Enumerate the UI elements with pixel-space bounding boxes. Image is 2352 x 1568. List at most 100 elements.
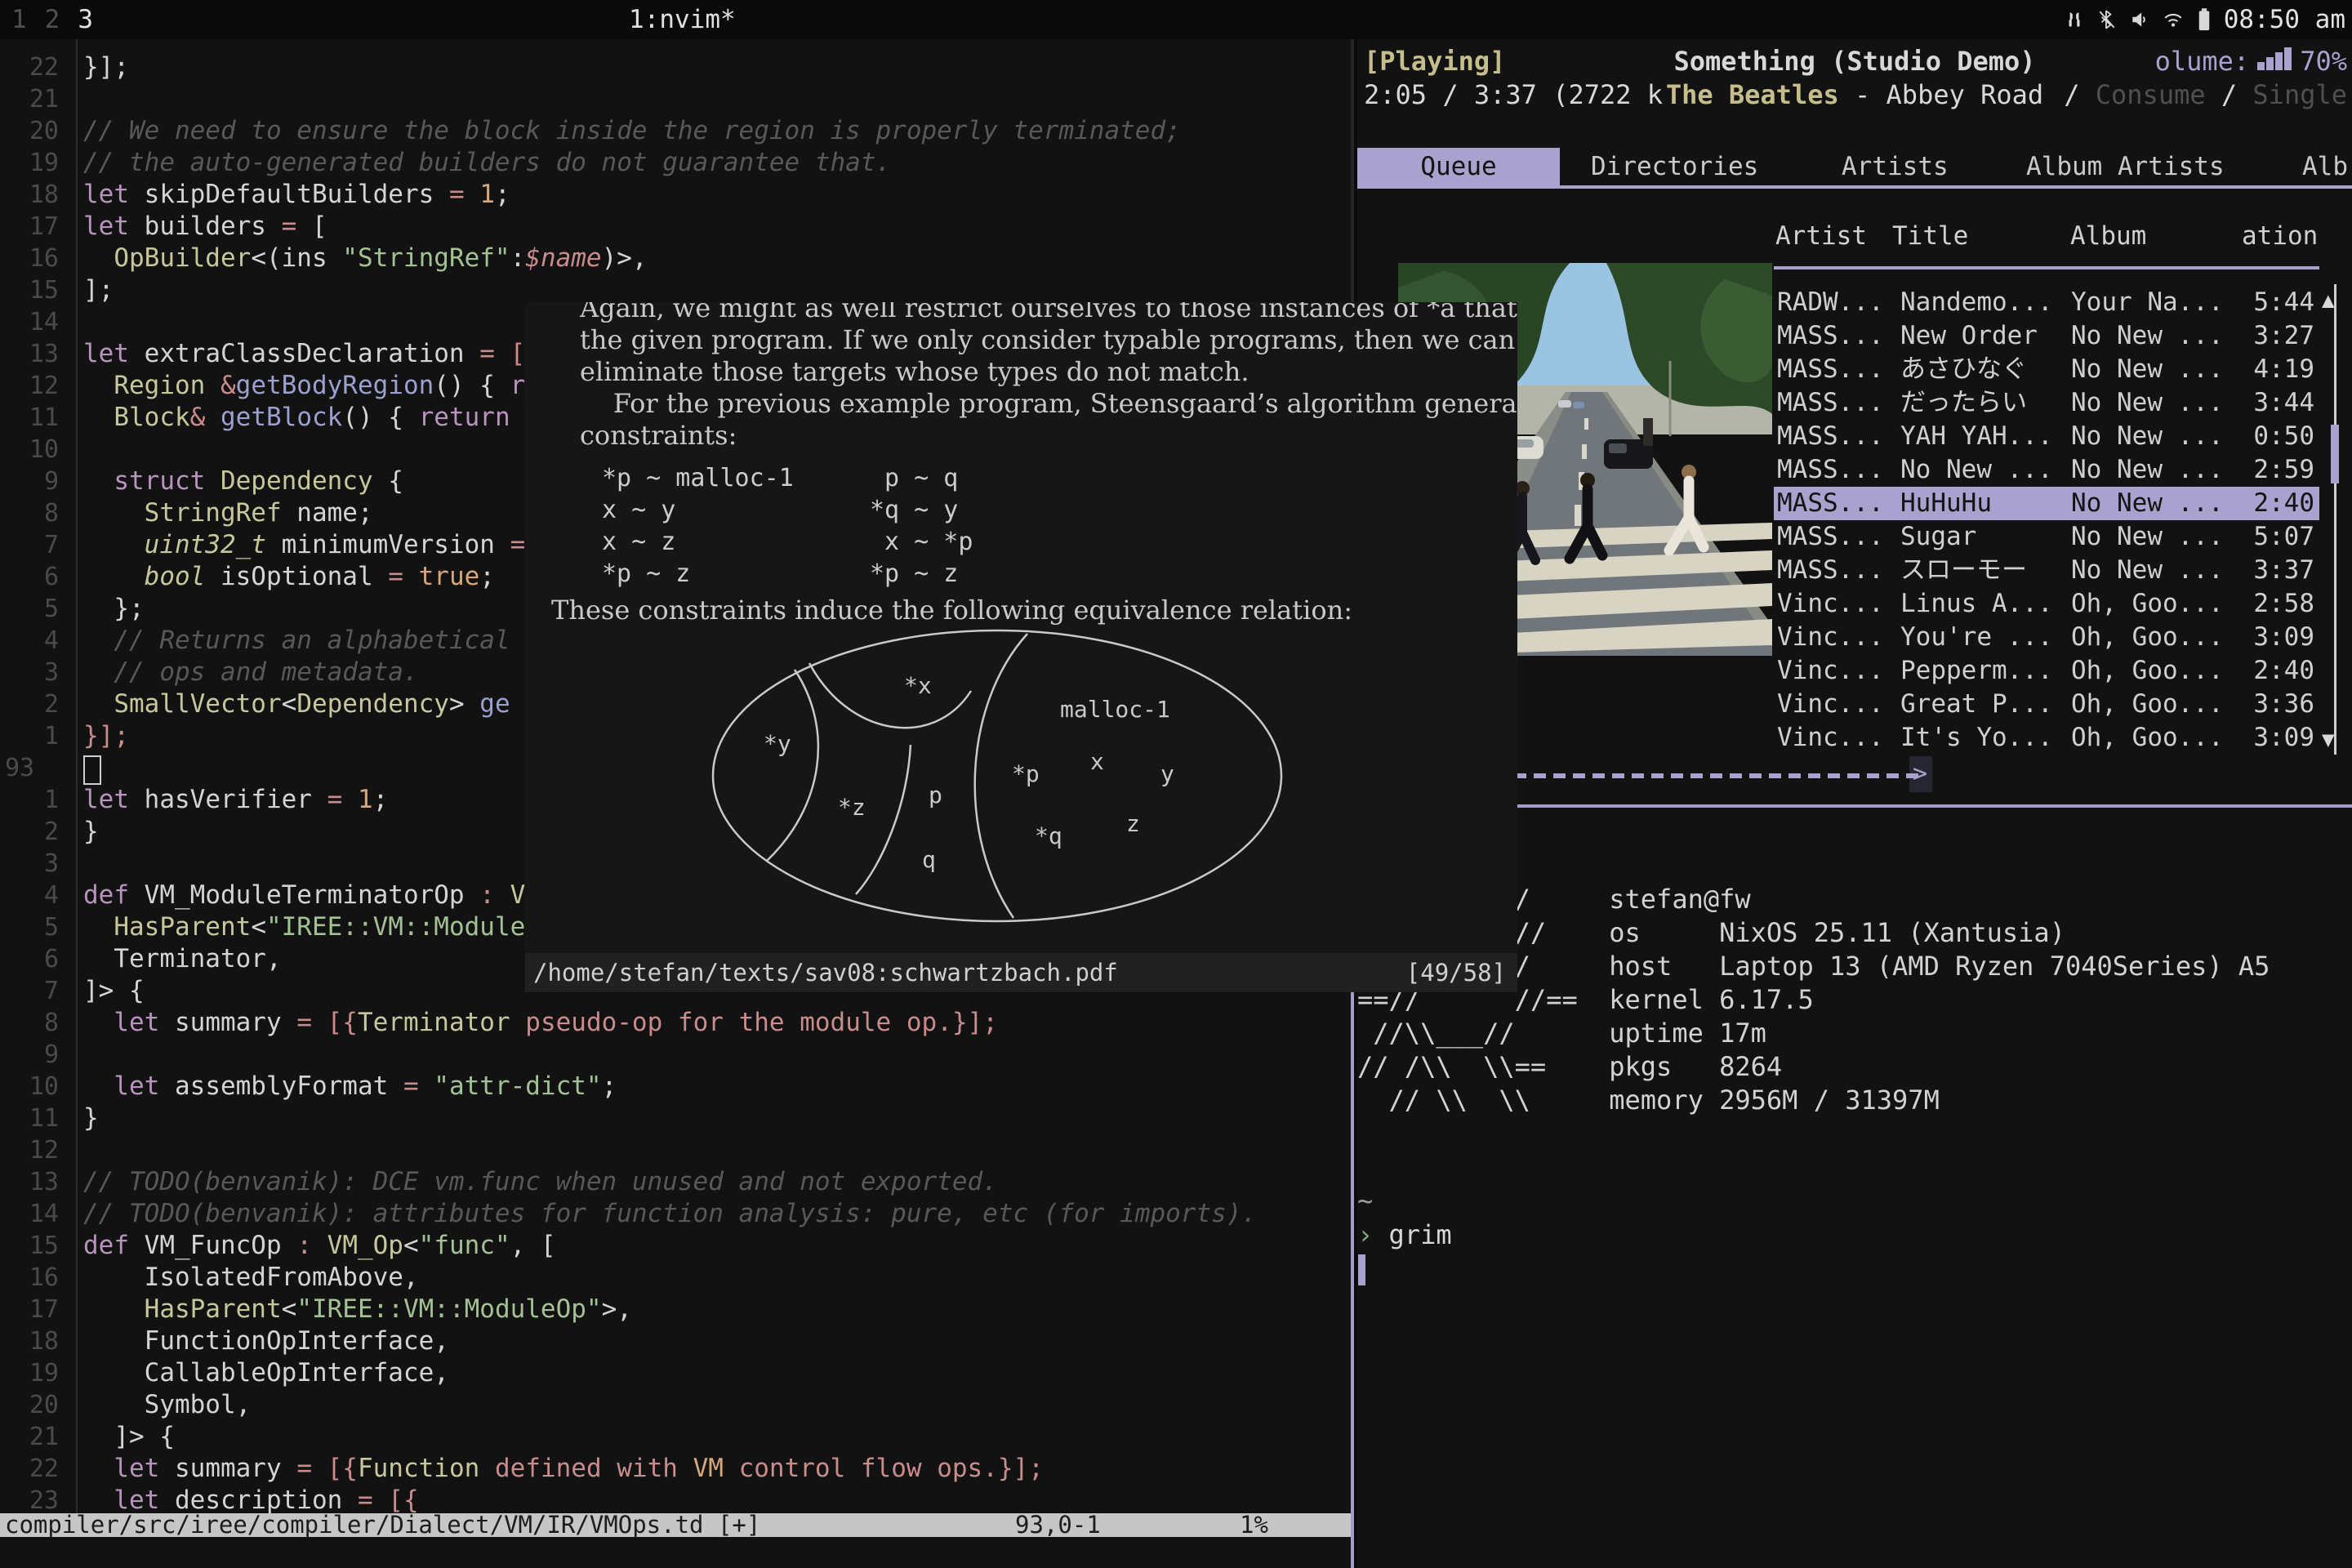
workspace-tags[interactable]: 123 bbox=[11, 0, 93, 39]
tab-alb[interactable]: Alb bbox=[2302, 148, 2348, 185]
line-number: 21 bbox=[0, 83, 59, 115]
pdf-file-path: /home/stefan/texts/sav08:schwartzbach.pd… bbox=[533, 953, 1118, 992]
line-number: 17 bbox=[0, 1294, 59, 1325]
line-number: 15 bbox=[0, 274, 59, 306]
queue-row[interactable]: MASS...あさひなぐNo New ...4:19 bbox=[1774, 353, 2319, 386]
line-number: 93 bbox=[0, 752, 64, 784]
workspace-tag-1[interactable]: 1 bbox=[11, 5, 27, 34]
queue-row[interactable]: MASS...New OrderNo New ...3:27 bbox=[1774, 319, 2319, 353]
venn-label: z bbox=[1126, 810, 1140, 837]
line-number: 3 bbox=[0, 657, 59, 688]
constraints-right-column: p ~ q *q ~ y x ~ *p *p ~ z bbox=[870, 462, 973, 590]
line-number: 9 bbox=[0, 466, 59, 497]
status-tray: 08:50 am bbox=[2064, 0, 2345, 39]
tab-album-artists[interactable]: Album Artists bbox=[2026, 148, 2225, 185]
line-number: 14 bbox=[0, 1198, 59, 1230]
desktop: 123 1:nvim* 08:50 am 22}];2120// We need… bbox=[0, 0, 2352, 1568]
queue-row[interactable]: MASS...YAH YAH...No New ...0:50 bbox=[1774, 420, 2319, 453]
queue-row[interactable]: MASS...スローモーNo New ...3:37 bbox=[1774, 554, 2319, 587]
queue-row[interactable]: Vinc...You're ...Oh, Goo...3:09 bbox=[1774, 621, 2319, 654]
column-header: Album bbox=[2070, 220, 2146, 253]
line-number: 9 bbox=[0, 1039, 59, 1071]
line-number: 13 bbox=[0, 338, 59, 370]
line-number: 7 bbox=[0, 529, 59, 561]
line-number: 20 bbox=[0, 115, 59, 147]
line-number: 16 bbox=[0, 243, 59, 274]
line-number: 4 bbox=[0, 625, 59, 657]
prompt-chevron: › bbox=[1357, 1219, 1373, 1250]
column-header: Title bbox=[1892, 220, 1968, 253]
shell-prompt[interactable]: › grim bbox=[1357, 1218, 1452, 1252]
line-number: 5 bbox=[0, 593, 59, 625]
queue-row[interactable]: MASS...だったらいNo New ...3:44 bbox=[1774, 386, 2319, 420]
vim-scroll-percent: 1% bbox=[1240, 1513, 1268, 1537]
vim-statusline: compiler/src/iree/compiler/Dialect/VM/IR… bbox=[0, 1513, 1351, 1537]
line-number: 21 bbox=[0, 1421, 59, 1453]
queue-row[interactable]: RADW...Nandemo...Your Na...5:44 bbox=[1774, 286, 2319, 319]
line-number: 4 bbox=[0, 880, 59, 911]
line-number: 12 bbox=[0, 370, 59, 402]
battery-icon bbox=[2196, 7, 2212, 32]
gutter-divider bbox=[76, 39, 78, 1513]
line-number: 7 bbox=[0, 975, 59, 1007]
tab-queue[interactable]: Queue bbox=[1357, 148, 1560, 185]
player-flags: / Consume / Single bbox=[2048, 78, 2347, 112]
line-number: 19 bbox=[0, 147, 59, 179]
column-header: Artist bbox=[1775, 220, 1867, 253]
prompt-cwd: ~ bbox=[1357, 1184, 1373, 1218]
line-number: 19 bbox=[0, 1357, 59, 1389]
status-bar: 123 1:nvim* 08:50 am bbox=[0, 0, 2352, 39]
workspace-tag-3[interactable]: 3 bbox=[78, 5, 93, 34]
scroll-up-icon[interactable]: ▲ bbox=[2322, 288, 2335, 313]
line-number: 1 bbox=[0, 784, 59, 816]
pdf-text-line: Again, we might as well restrict ourselv… bbox=[580, 302, 1517, 324]
line-number: 1 bbox=[0, 720, 59, 752]
venn-label: x bbox=[1090, 748, 1104, 775]
player-tab-bar[interactable]: Queue Directories Artists Album Artists Alb bbox=[1357, 148, 2352, 189]
pdf-viewer-window[interactable]: Again, we might as well restrict ourselv… bbox=[525, 302, 1517, 992]
line-number: 13 bbox=[0, 1166, 59, 1198]
venn-label: *p bbox=[1012, 760, 1040, 787]
line-number: 5 bbox=[0, 911, 59, 943]
venn-label: y bbox=[1160, 760, 1174, 787]
line-number: 10 bbox=[0, 1071, 59, 1102]
queue-row[interactable]: MASS...HuHuHuNo New ...2:40 bbox=[1774, 487, 2319, 520]
scrollbar-track[interactable] bbox=[2334, 284, 2336, 755]
pdf-statusbar: /home/stefan/texts/sav08:schwartzbach.pd… bbox=[525, 953, 1517, 992]
queue-row[interactable]: Vinc...Great P...Oh, Goo...3:36 bbox=[1774, 688, 2319, 721]
line-number: 11 bbox=[0, 402, 59, 434]
line-number: 22 bbox=[0, 1453, 59, 1485]
workspace-tag-2[interactable]: 2 bbox=[45, 5, 60, 34]
volume-indicator[interactable]: olume:70% bbox=[2155, 45, 2347, 78]
line-number: 11 bbox=[0, 1102, 59, 1134]
scrollbar-thumb[interactable] bbox=[2331, 425, 2339, 483]
scroll-down-icon[interactable]: ▼ bbox=[2322, 728, 2335, 752]
column-header-underline bbox=[1774, 266, 2319, 270]
equivalence-venn-diagram: *xmalloc-1*y*pxy*zpz*qq bbox=[688, 612, 1309, 939]
queue-row[interactable]: Vinc...It's Yo...Oh, Goo...3:09 bbox=[1774, 721, 2319, 755]
queue-row[interactable]: Vinc...Pepperm...Oh, Goo...2:40 bbox=[1774, 654, 2319, 688]
volume-bars-icon bbox=[2257, 47, 2292, 70]
vim-cursor bbox=[83, 755, 101, 785]
venn-label: p bbox=[929, 782, 942, 808]
bluetooth-off-icon bbox=[2096, 9, 2118, 30]
queue-row[interactable]: MASS...SugarNo New ...5:07 bbox=[1774, 520, 2319, 554]
pdf-text-line: constraints: bbox=[580, 420, 737, 452]
tab-artists[interactable]: Artists bbox=[1842, 148, 1949, 185]
tab-directories[interactable]: Directories bbox=[1591, 148, 1758, 185]
line-number: 14 bbox=[0, 306, 59, 338]
queue-row[interactable]: Vinc...Linus A...Oh, Goo...2:58 bbox=[1774, 587, 2319, 621]
venn-label: q bbox=[922, 846, 936, 873]
line-number: 8 bbox=[0, 1007, 59, 1039]
line-number: 20 bbox=[0, 1389, 59, 1421]
line-number: 22 bbox=[0, 51, 59, 83]
line-number: 16 bbox=[0, 1262, 59, 1294]
venn-label: *x bbox=[904, 672, 932, 699]
queue-row[interactable]: MASS...No New ...No New ...2:59 bbox=[1774, 453, 2319, 487]
venn-label: *y bbox=[764, 730, 791, 757]
venn-label: *q bbox=[1035, 822, 1062, 849]
typed-command: grim bbox=[1389, 1219, 1452, 1250]
line-number: 12 bbox=[0, 1134, 59, 1166]
column-header: ation bbox=[2242, 220, 2318, 253]
constraints-left-column: *p ~ malloc-1 x ~ y x ~ z *p ~ z bbox=[602, 462, 794, 590]
